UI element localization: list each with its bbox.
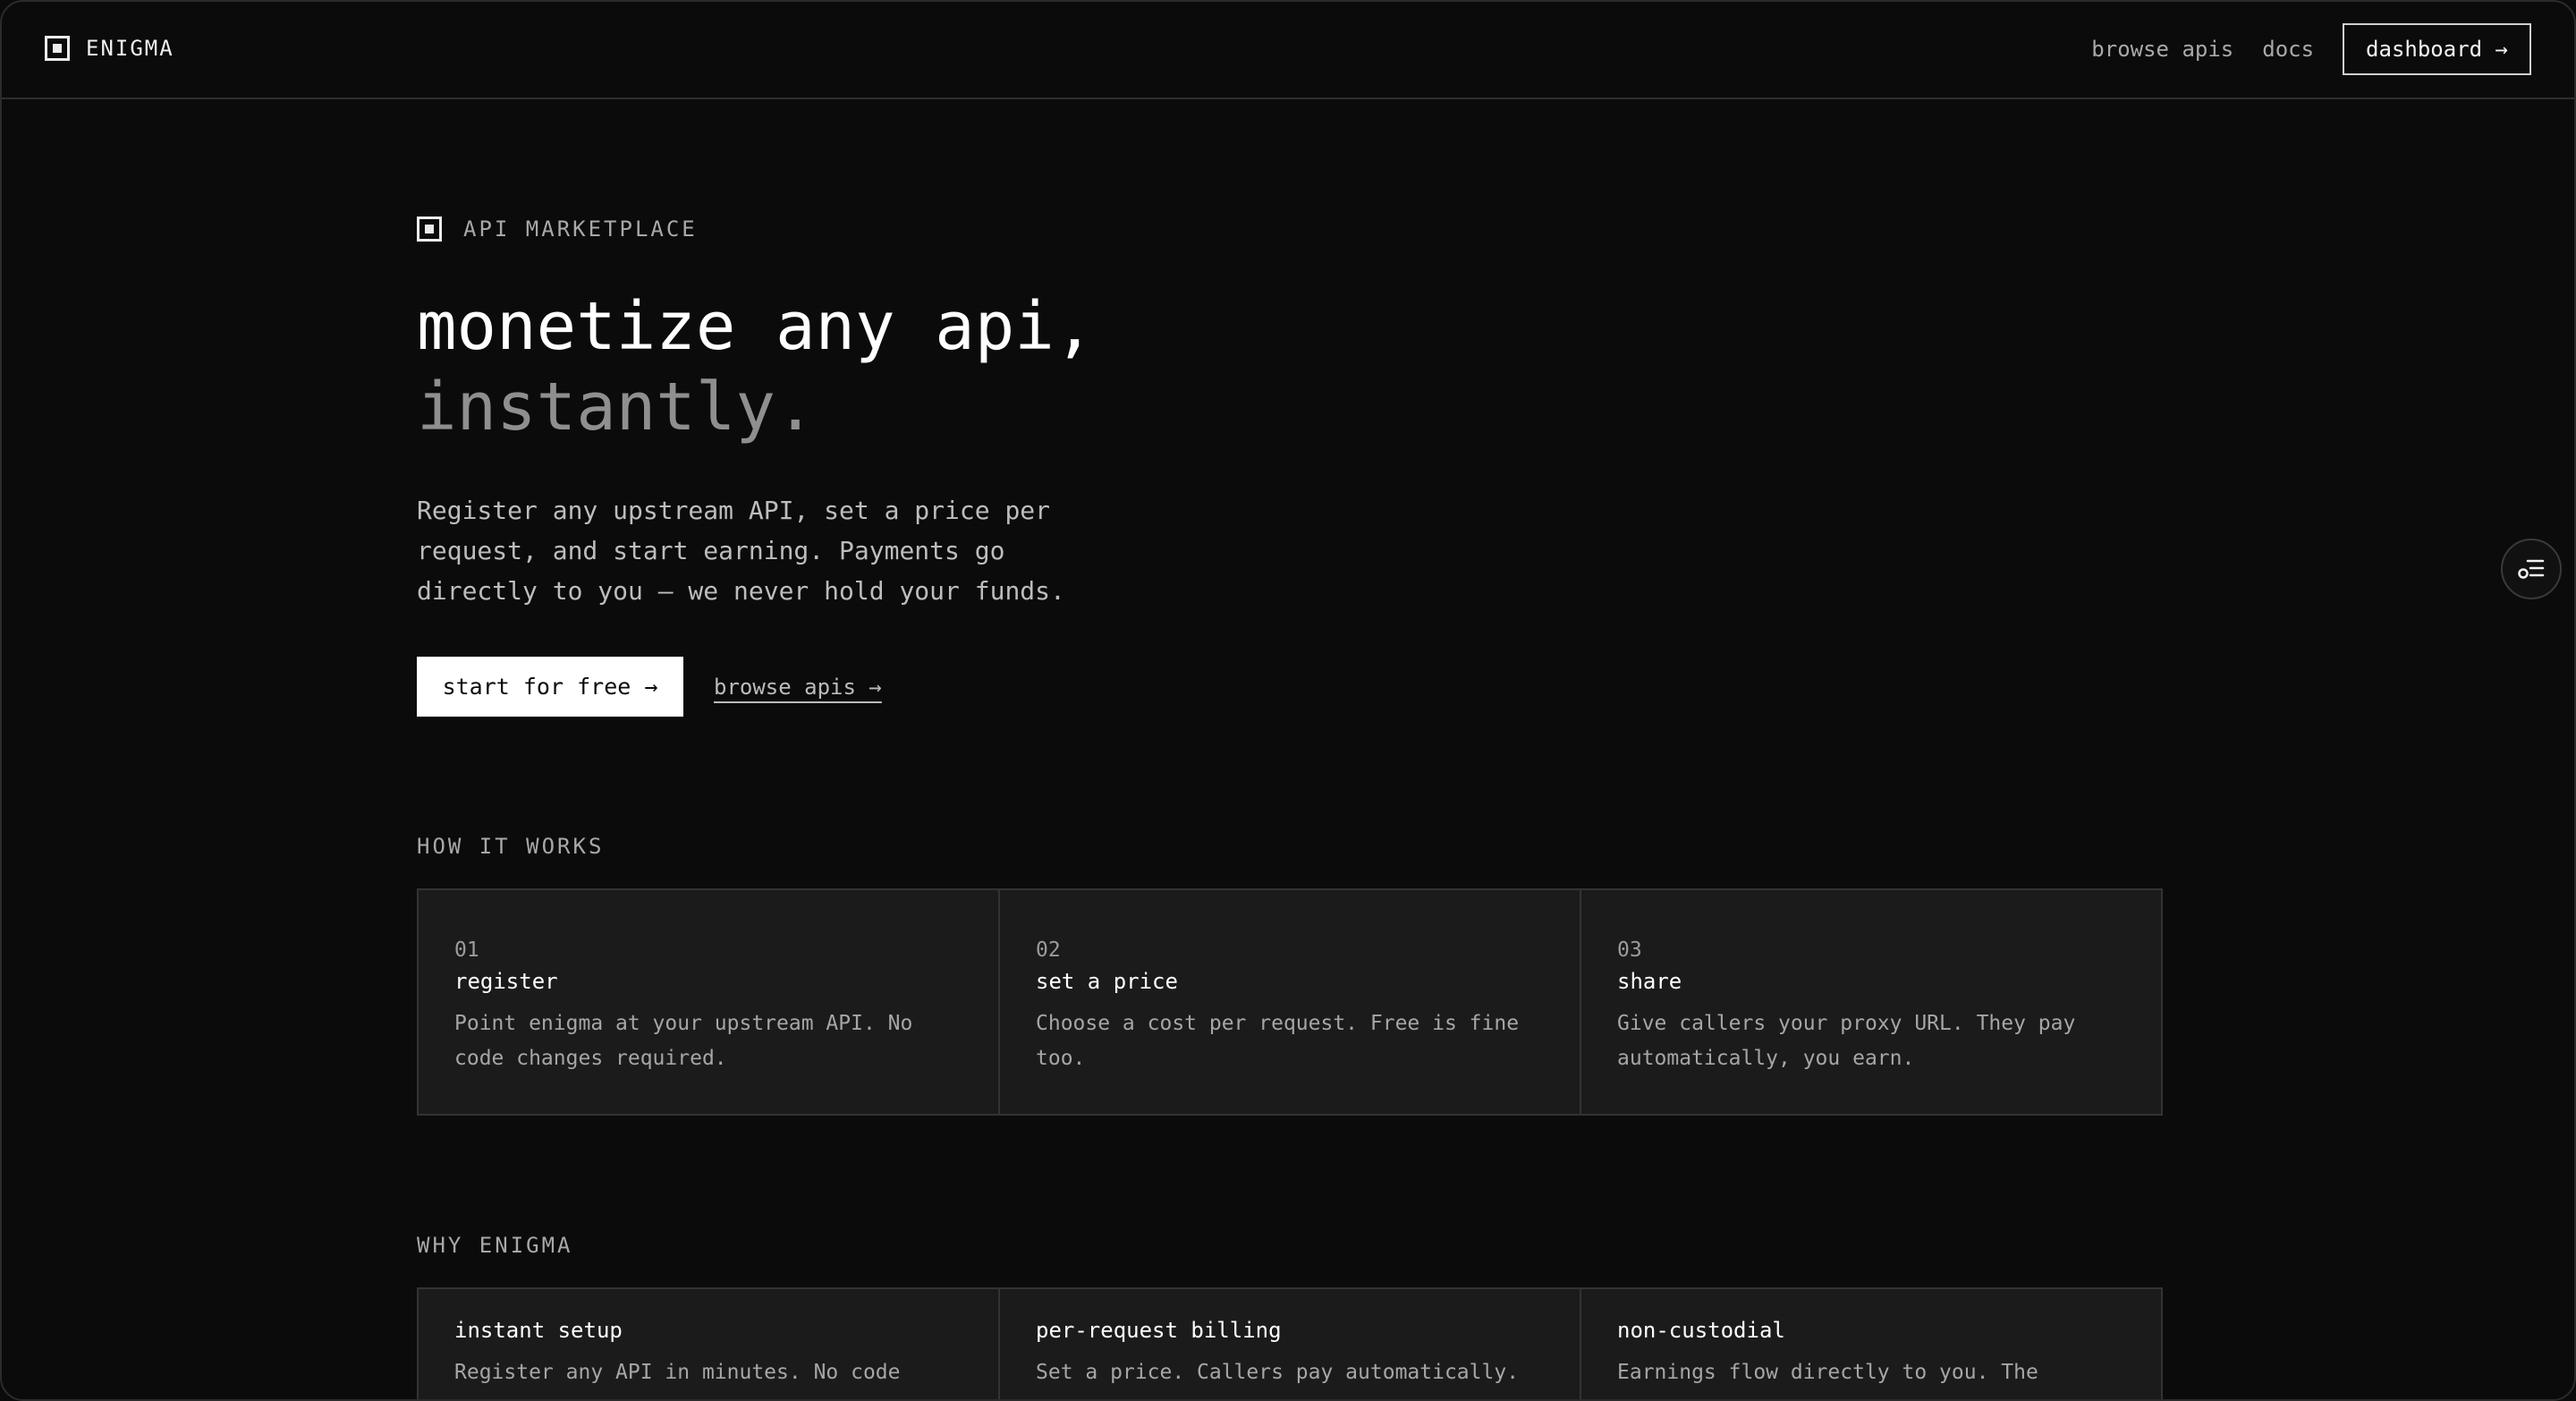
start-for-free-button[interactable]: start for free →	[417, 657, 683, 717]
dashboard-button[interactable]: dashboard →	[2343, 23, 2531, 75]
step-description: Give callers your proxy URL. They pay au…	[1617, 1012, 2076, 1070]
nav-browse-apis-link[interactable]: browse apis	[2091, 37, 2233, 62]
hero-title-line2: instantly.	[417, 369, 816, 446]
feature-card: non-custodial Earnings flow directly to …	[1581, 1289, 2161, 1399]
top-nav: ENIGMA browse apis docs dashboard →	[2, 2, 2574, 99]
why-enigma-grid: instant setup Register any API in minute…	[417, 1287, 2163, 1399]
nav-docs-link[interactable]: docs	[2262, 37, 2314, 62]
feature-card: instant setup Register any API in minute…	[419, 1289, 1000, 1399]
step-description: Choose a cost per request. Free is fine …	[1036, 1012, 1520, 1070]
step-card: 01 register Point enigma at your upstrea…	[419, 890, 1000, 1114]
app-window: ENIGMA browse apis docs dashboard → API …	[0, 0, 2576, 1401]
hero-eyebrow: API MARKETPLACE	[417, 217, 698, 242]
feature-description: Register any API in minutes. No code	[454, 1361, 901, 1384]
brand[interactable]: ENIGMA	[45, 36, 174, 61]
how-it-works-label: HOW IT WORKS	[417, 834, 605, 859]
hero-actions: start for free → browse apis →	[417, 657, 882, 717]
step-card: 02 set a price Choose a cost per request…	[1000, 890, 1581, 1114]
square-logo-icon	[417, 217, 442, 242]
list-settings-icon	[2518, 559, 2545, 579]
step-number: 01	[454, 938, 479, 962]
step-number: 02	[1036, 938, 1061, 962]
step-title: share	[1617, 969, 1682, 994]
brand-name: ENIGMA	[86, 36, 174, 61]
hero-title: monetize any api, instantly.	[417, 286, 1311, 447]
step-number: 03	[1617, 938, 1642, 962]
hero-title-line1: monetize any api,	[417, 288, 1095, 365]
feature-card: per-request billing Set a price. Callers…	[1000, 1289, 1581, 1399]
nav-links: browse apis docs dashboard →	[2091, 23, 2531, 75]
feature-title: instant setup	[454, 1318, 623, 1343]
how-it-works-grid: 01 register Point enigma at your upstrea…	[417, 888, 2163, 1116]
browse-apis-link[interactable]: browse apis →	[714, 675, 882, 700]
feature-title: per-request billing	[1036, 1318, 1282, 1343]
step-card: 03 share Give callers your proxy URL. Th…	[1581, 890, 2161, 1114]
step-description: Point enigma at your upstream API. No co…	[454, 1012, 913, 1070]
eyebrow-text: API MARKETPLACE	[463, 217, 698, 242]
square-logo-icon	[45, 36, 70, 61]
floating-menu-button[interactable]	[2501, 539, 2562, 599]
feature-title: non-custodial	[1617, 1318, 1785, 1343]
hero-description: Register any upstream API, set a price p…	[417, 496, 1065, 606]
feature-description: Set a price. Callers pay automatically.	[1036, 1361, 1520, 1384]
step-title: set a price	[1036, 969, 1178, 994]
feature-description: Earnings flow directly to you. The	[1617, 1361, 2038, 1384]
step-title: register	[454, 969, 558, 994]
why-enigma-label: WHY ENIGMA	[417, 1233, 573, 1258]
